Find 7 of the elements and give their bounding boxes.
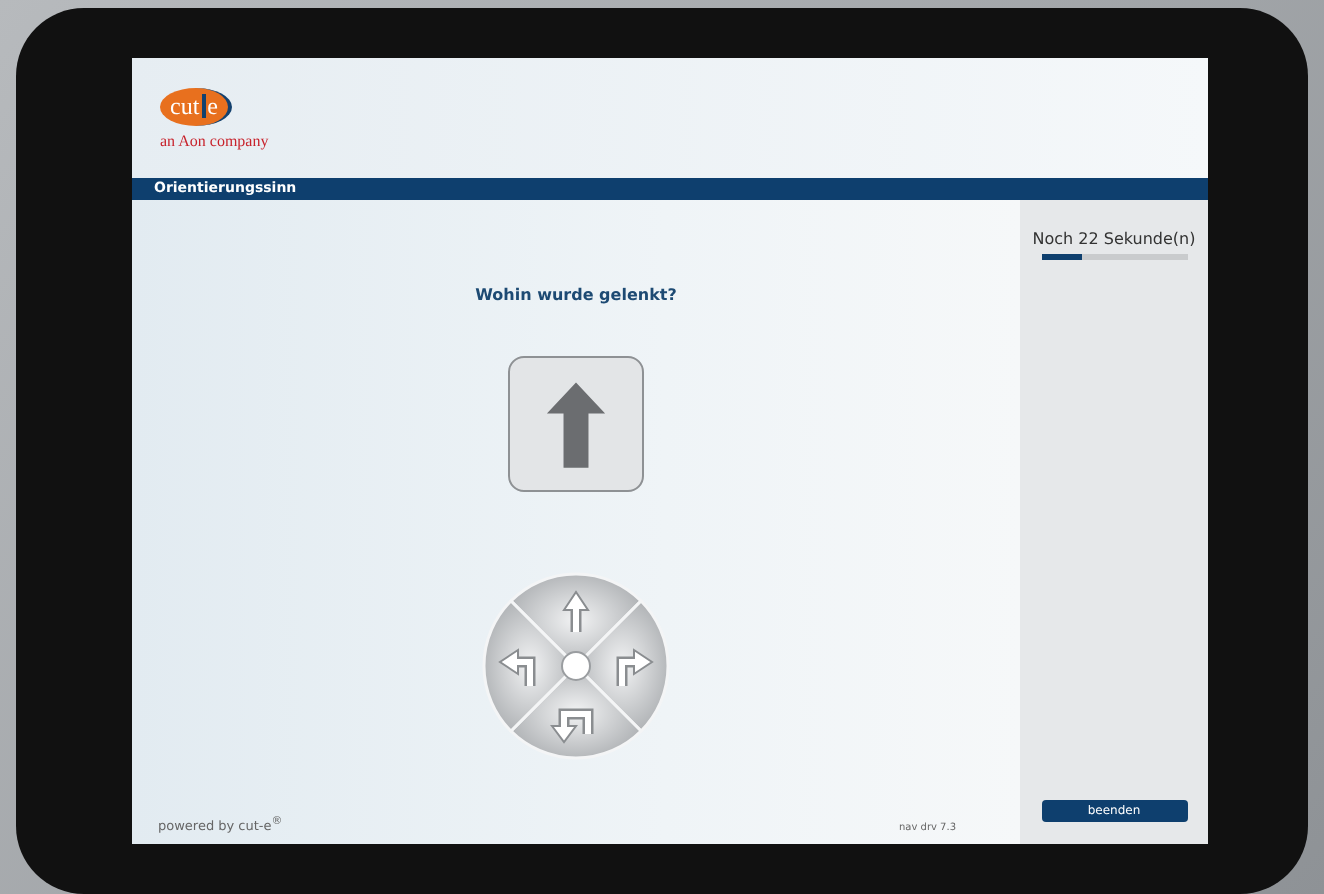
dial-center bbox=[561, 651, 591, 681]
timer-text: Noch 22 Sekunde(n) bbox=[1032, 230, 1196, 248]
question-text: Wohin wurde gelenkt? bbox=[475, 286, 677, 304]
logo-letter: e bbox=[201, 94, 218, 118]
direction-dial[interactable] bbox=[480, 570, 672, 762]
logo-text: cut bbox=[170, 94, 200, 118]
logo-tagline: an Aon company bbox=[160, 131, 269, 149]
